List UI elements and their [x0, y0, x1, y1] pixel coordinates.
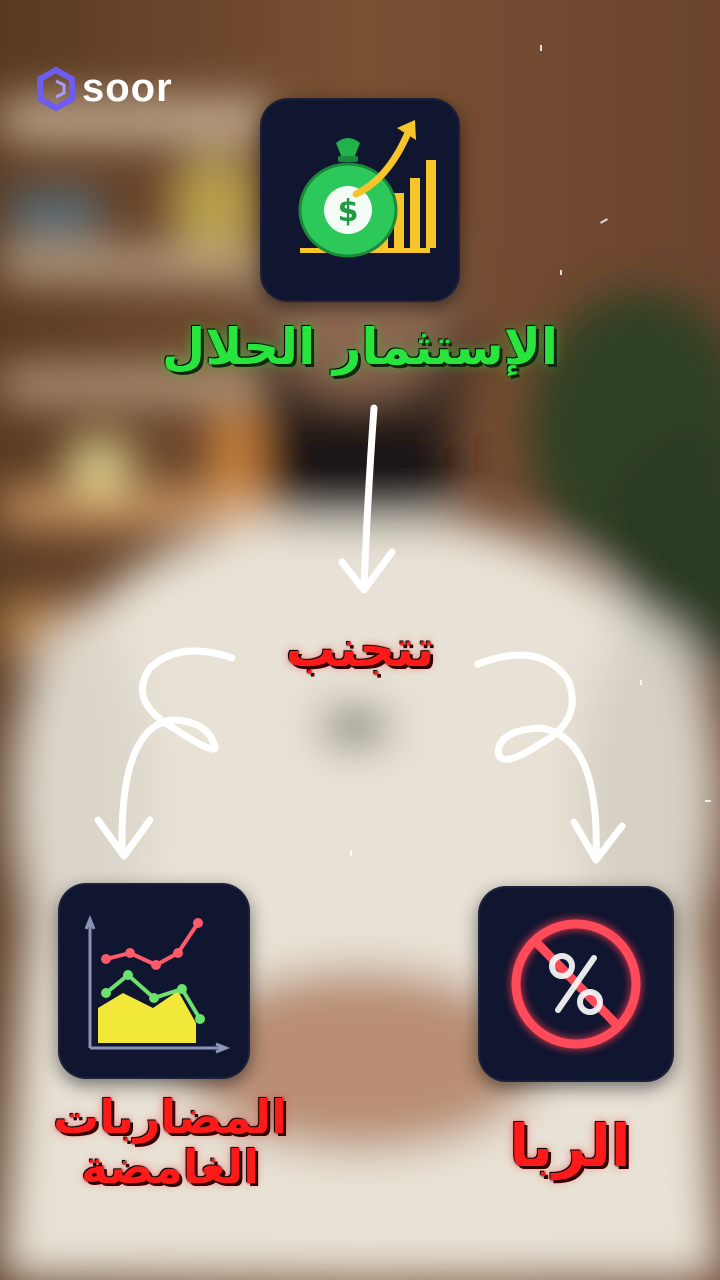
speculation-title-line1: المضاربات	[53, 1090, 287, 1144]
speculation-title-line2: الغامضة	[81, 1140, 259, 1194]
soor-logo-icon	[37, 66, 75, 111]
brand-logo: soor	[36, 66, 173, 111]
halal-investment-title: الإستثمار الحلال	[161, 318, 559, 376]
brand-name: soor	[82, 66, 173, 110]
avoid-title: تتجنب	[285, 620, 435, 678]
svg-text:$: $	[338, 194, 359, 229]
riba-title: الربا	[509, 1112, 631, 1180]
no-interest-icon	[478, 886, 674, 1082]
volatile-chart-icon	[58, 883, 250, 1079]
money-bag-growth-icon: $	[260, 98, 460, 302]
